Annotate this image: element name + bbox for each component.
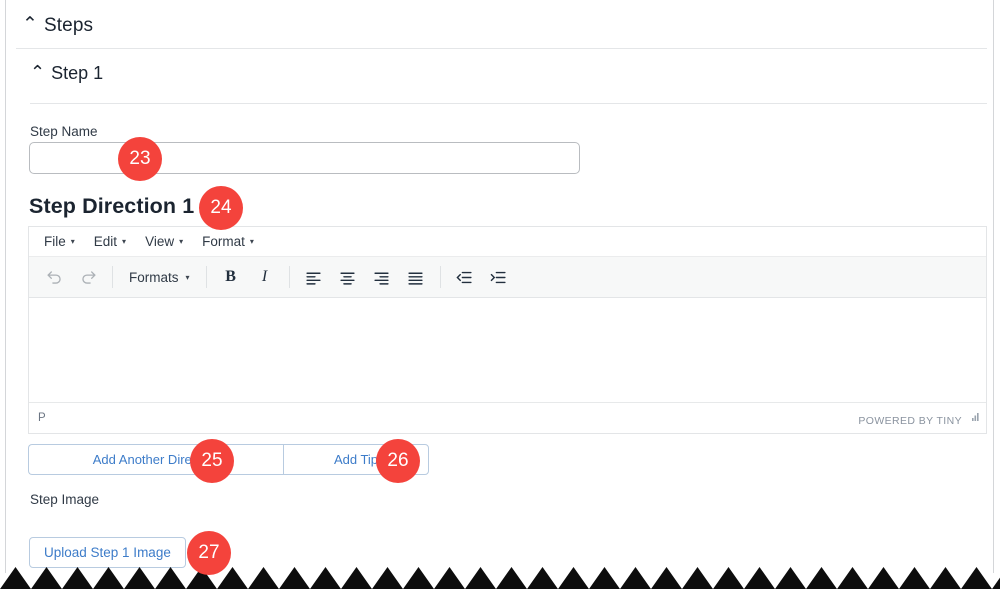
step-name-label: Step Name (30, 124, 98, 139)
menu-file-label: File (44, 234, 66, 249)
resize-handle-icon[interactable] (969, 409, 980, 427)
bold-button[interactable]: B (216, 263, 246, 291)
annotation-badge-27: 27 (187, 531, 231, 575)
italic-button[interactable]: I (250, 263, 280, 291)
step-1-header[interactable]: ⌃ Step 1 (30, 62, 104, 84)
chevron-down-icon: ▾ (70, 237, 75, 246)
rich-text-editor: File ▾ Edit ▾ View ▾ Format ▾ Formats ▾ … (28, 226, 987, 434)
editor-menubar: File ▾ Edit ▾ View ▾ Format ▾ (29, 227, 986, 256)
menu-format[interactable]: Format ▾ (193, 231, 263, 252)
bold-icon: B (225, 268, 236, 285)
steps-section-header[interactable]: ⌃ Steps (6, 0, 993, 49)
annotation-badge-24: 24 (199, 186, 243, 230)
page-title: Steps (44, 15, 94, 36)
page-frame: ⌃ Steps ⌃ Step 1 Step Name Step Direction … (0, 0, 1000, 589)
upload-step-image-button[interactable]: Upload Step 1 Image (29, 537, 186, 568)
steps-divider (16, 48, 987, 49)
editor-toolbar: Formats ▾ B I (29, 256, 986, 298)
italic-icon: I (261, 268, 268, 285)
align-right-icon[interactable] (367, 263, 397, 291)
powered-by-tiny-label: POWERED BY TINY (858, 414, 962, 427)
step-name-input[interactable] (29, 142, 580, 174)
toolbar-separator (112, 266, 113, 288)
annotation-badge-label: 27 (198, 542, 220, 563)
annotation-badge-25: 25 (190, 439, 234, 483)
menu-view[interactable]: View ▾ (136, 231, 192, 252)
annotation-badge-label: 24 (210, 197, 232, 218)
menu-file[interactable]: File ▾ (35, 231, 84, 252)
editor-status-bar: P POWERED BY TINY (29, 402, 986, 432)
toolbar-separator (205, 266, 207, 288)
step-direction-heading: Step Direction 1 (29, 194, 195, 218)
toolbar-separator (288, 266, 290, 288)
menu-edit[interactable]: Edit ▾ (85, 231, 135, 252)
chevron-up-icon: ⌃ (30, 62, 46, 82)
torn-paper-edge (0, 567, 1000, 589)
step-1-title: Step 1 (51, 63, 104, 83)
annotation-badge-label: 26 (387, 450, 409, 471)
annotation-badge-26: 26 (376, 439, 420, 483)
formats-dropdown[interactable]: Formats ▾ (120, 266, 199, 289)
align-justify-icon[interactable] (401, 263, 431, 291)
steps-section: ⌃ Steps (6, 0, 993, 49)
menu-edit-label: Edit (93, 234, 118, 249)
chevron-down-icon: ▾ (122, 237, 127, 246)
step-1-divider (30, 103, 987, 104)
annotation-badge-23: 23 (118, 137, 162, 181)
step-image-label: Step Image (30, 492, 100, 507)
chevron-down-icon: ▾ (185, 272, 190, 282)
page-border-left (5, 0, 6, 573)
chevron-up-icon: ⌃ (22, 14, 39, 35)
align-center-icon[interactable] (333, 263, 363, 291)
formats-dropdown-label: Formats (129, 269, 179, 285)
chevron-down-icon: ▾ (249, 237, 254, 246)
step-1-title-group: ⌃ Step 1 (30, 62, 104, 83)
chevron-down-icon: ▾ (179, 237, 184, 246)
undo-icon[interactable] (39, 263, 69, 291)
menu-format-label: Format (202, 234, 245, 249)
indent-icon[interactable] (484, 263, 514, 291)
outdent-icon[interactable] (450, 263, 480, 291)
element-path[interactable]: P (38, 412, 46, 424)
annotation-badge-label: 25 (201, 450, 223, 471)
page-border-right (993, 0, 994, 573)
status-bar-right: POWERED BY TINY (858, 409, 980, 427)
align-left-icon[interactable] (299, 263, 329, 291)
toolbar-separator (439, 266, 441, 288)
editor-content-area[interactable] (29, 298, 986, 402)
steps-section-title-group: ⌃ Steps (22, 14, 93, 37)
redo-icon[interactable] (73, 263, 103, 291)
add-another-direction-button[interactable]: Add Another Direction (28, 444, 283, 475)
annotation-badge-label: 23 (129, 148, 151, 169)
menu-view-label: View (145, 234, 175, 249)
